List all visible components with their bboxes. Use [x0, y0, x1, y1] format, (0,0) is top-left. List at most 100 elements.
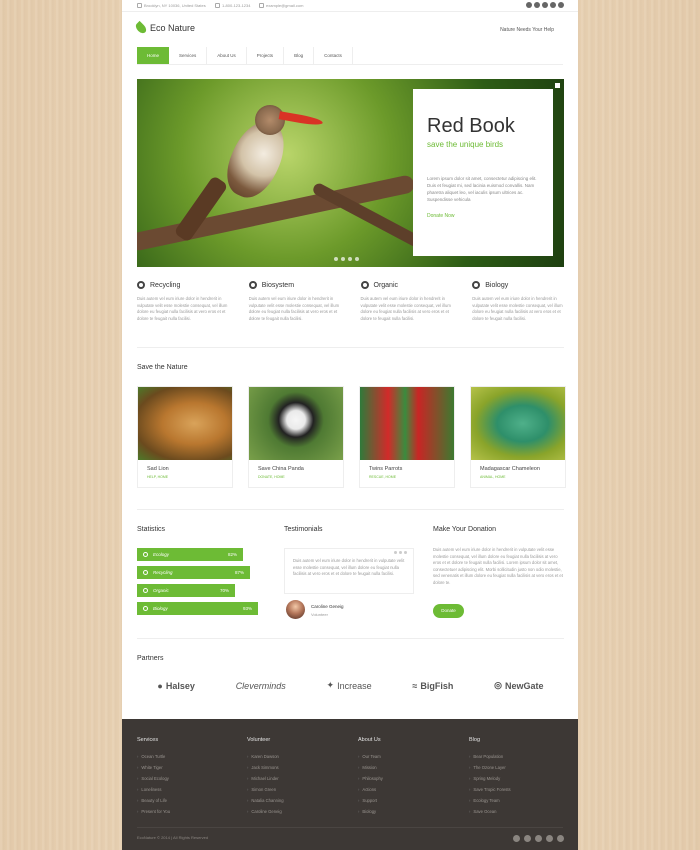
- logo-text: Eco Nature: [150, 23, 196, 33]
- panda-image[interactable]: [249, 387, 343, 460]
- footer-link[interactable]: Michael Linder: [247, 773, 284, 784]
- skype-icon[interactable]: [558, 2, 564, 8]
- footer-link[interactable]: The Ozone Layer: [469, 762, 511, 773]
- footer-link[interactable]: Simon Green: [247, 784, 284, 795]
- slider-dot[interactable]: [355, 257, 359, 261]
- parrots-image[interactable]: [360, 387, 454, 460]
- footer-link[interactable]: Present for You: [137, 806, 170, 817]
- partner-logo[interactable]: ≈ BigFish: [412, 681, 453, 691]
- footer-link[interactable]: Ocean Turtle: [137, 751, 170, 762]
- email-text[interactable]: example@gmail.com: [266, 3, 303, 8]
- animal-name[interactable]: Sad Lion: [147, 466, 232, 472]
- footer-link[interactable]: Natalia Channing: [247, 795, 283, 806]
- skype-icon[interactable]: [557, 835, 564, 842]
- stat-label: Ecology: [153, 552, 170, 557]
- nav-about-us[interactable]: About Us: [207, 47, 247, 64]
- footer-link[interactable]: Philosophy: [358, 773, 383, 784]
- slider-prev-icon[interactable]: [334, 257, 338, 261]
- nav-blog[interactable]: Blog: [284, 47, 315, 64]
- leaf-icon: [360, 281, 369, 289]
- leaf-logo-icon: [133, 20, 149, 36]
- email-info[interactable]: example@gmail.com: [259, 3, 303, 8]
- pinterest-icon[interactable]: [550, 2, 556, 8]
- footer-link[interactable]: Save Tropic Forests: [469, 784, 510, 795]
- feature-title: Biology: [485, 281, 509, 289]
- google-plus-icon[interactable]: [542, 2, 548, 8]
- stat-bar-biology: Biology 93%: [137, 602, 258, 615]
- animal-meta[interactable]: ANIMAL, HOME: [480, 475, 565, 479]
- pinterest-icon[interactable]: [546, 835, 553, 842]
- footer-link[interactable]: Social Ecology: [137, 773, 170, 784]
- hero-card: Red Book save the unique birds Lorem ips…: [413, 89, 553, 256]
- hero-title: Red Book: [427, 115, 515, 137]
- footer-link[interactable]: Beauty of Life: [137, 795, 170, 806]
- testimonial-quote: Duis autem vel eum iriure dolor in hendr…: [284, 548, 414, 594]
- facebook-icon[interactable]: [513, 835, 520, 842]
- increase-logo-icon: ✦: [326, 680, 335, 690]
- nav-projects[interactable]: Projects: [247, 47, 285, 64]
- slider-dot[interactable]: [348, 257, 352, 261]
- donate-button[interactable]: Donate: [433, 604, 464, 618]
- footer-link[interactable]: Mission: [358, 762, 383, 773]
- donate-now-link[interactable]: Donate Now: [427, 213, 539, 219]
- footer-column-title: Blog: [469, 737, 481, 743]
- logo[interactable]: Eco Nature: [133, 20, 196, 36]
- mail-icon: [259, 3, 264, 8]
- partner-logo[interactable]: Cleverminds: [236, 681, 286, 691]
- nav-services[interactable]: Services: [169, 47, 208, 64]
- feature-text: Duis autem vel eum iriure dolor in hendr…: [472, 296, 563, 321]
- bigfish-logo-icon: ≈: [412, 680, 418, 691]
- social-links-footer: [513, 835, 564, 842]
- footer-link[interactable]: Our Team: [358, 751, 383, 762]
- footer-link[interactable]: Loneliness: [137, 784, 170, 795]
- feature-text: Duis autem vel eum iriure dolor in hendr…: [248, 296, 340, 321]
- slider-next-icon[interactable]: [555, 83, 560, 88]
- nav-contacts[interactable]: Contacts: [314, 47, 353, 64]
- partner-logo[interactable]: ● Halsey: [157, 681, 194, 691]
- google-plus-icon[interactable]: [535, 835, 542, 842]
- partner-logo[interactable]: ✦ Increase: [327, 680, 372, 691]
- animal-name[interactable]: Save China Panda: [258, 466, 343, 472]
- footer-link[interactable]: Biology: [358, 806, 383, 817]
- animal-meta[interactable]: HELP, HOME: [147, 475, 232, 479]
- twitter-icon[interactable]: [524, 835, 531, 842]
- footer-link[interactable]: Jack Simmons: [247, 762, 284, 773]
- slider-dot[interactable]: [341, 257, 345, 261]
- divider: [137, 638, 564, 639]
- partner-logo[interactable]: ◎ NewGate: [494, 680, 543, 691]
- footer-link[interactable]: Caroline Geneig: [247, 806, 284, 817]
- testimonial-dot[interactable]: [394, 551, 397, 554]
- footer-column-title: Services: [137, 737, 159, 743]
- footer-link[interactable]: Spring Melody: [469, 773, 511, 784]
- partners-row: ● Halsey Cleverminds ✦ Increase ≈ BigFish ◎…: [137, 680, 564, 691]
- twitter-icon[interactable]: [534, 2, 540, 8]
- nav-home[interactable]: Home: [137, 47, 170, 64]
- facebook-icon[interactable]: [526, 2, 532, 8]
- animal-card[interactable]: Sad Lion HELP, HOME: [137, 386, 233, 488]
- testimonial-dot[interactable]: [399, 551, 402, 554]
- footer-link[interactable]: Save Ocean: [469, 806, 511, 817]
- animal-name[interactable]: Madagascar Chameleon: [480, 466, 565, 472]
- animal-name[interactable]: Twins Parrots: [369, 466, 454, 472]
- animal-card[interactable]: Twins Parrots RESCUE, HOME: [359, 386, 455, 488]
- footer-link[interactable]: Support: [358, 795, 383, 806]
- chameleon-image[interactable]: [471, 387, 565, 460]
- footer-link[interactable]: White Tiger: [137, 762, 170, 773]
- testimonial-dot[interactable]: [404, 551, 407, 554]
- footer-column-volunteer: Volunteer Karen Dawson Jack Simmons Mich…: [247, 737, 284, 817]
- copyright: EcoNature © 2014 | All Rights Reserved: [137, 835, 209, 840]
- footer-link[interactable]: Actions: [358, 784, 383, 795]
- stat-bar-organic: Organic 70%: [137, 584, 235, 597]
- animal-card[interactable]: Save China Panda DONATE, HOME: [248, 386, 344, 488]
- footer-link[interactable]: Karen Dawson: [247, 751, 284, 762]
- drop-icon: [143, 606, 148, 611]
- animal-meta[interactable]: DONATE, HOME: [258, 475, 343, 479]
- footer-link[interactable]: Bear Population: [469, 751, 511, 762]
- partner-name: BigFish: [420, 680, 454, 691]
- animal-meta[interactable]: RESCUE, HOME: [369, 475, 454, 479]
- footer-link[interactable]: Ecology Team: [469, 795, 511, 806]
- features-row: Recycling Duis autem vel eum iriure dolo…: [137, 281, 564, 322]
- lion-image[interactable]: [138, 387, 232, 460]
- drop-icon: [472, 281, 481, 289]
- animal-card[interactable]: Madagascar Chameleon ANIMAL, HOME: [470, 386, 566, 488]
